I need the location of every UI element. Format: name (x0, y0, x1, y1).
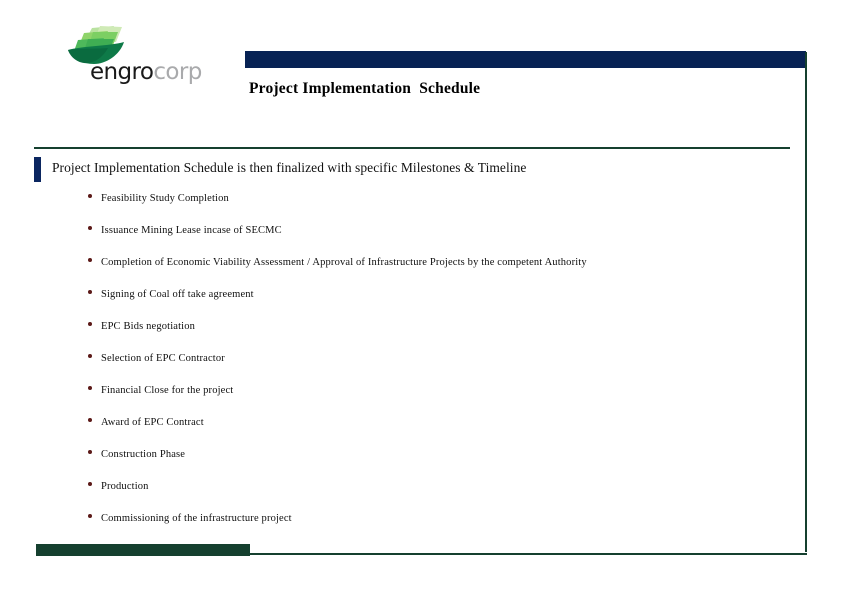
company-logo: engrocorp (62, 24, 212, 94)
list-item-label: Completion of Economic Viability Assessm… (101, 257, 587, 268)
bullet-dot-icon (88, 482, 92, 486)
bullet-dot-icon (88, 354, 92, 358)
title-band (245, 51, 806, 68)
list-item-label: EPC Bids negotiation (101, 321, 196, 332)
divider-bottom-thin (250, 553, 807, 555)
list-item: Completion of Economic Viability Assessm… (88, 256, 788, 288)
divider-right (805, 52, 807, 552)
list-item: EPC Bids negotiation (88, 320, 788, 352)
logo-word-corp: corp (153, 59, 202, 85)
bullet-dot-icon (88, 514, 92, 518)
list-item-label: Feasibility Study Completion (101, 193, 229, 204)
bullet-dot-icon (88, 290, 92, 294)
list-item-label: Construction Phase (101, 449, 186, 460)
list-item: Signing of Coal off take agreement (88, 288, 788, 320)
list-item-label: Selection of EPC Contractor (101, 353, 225, 364)
list-item-label: Issuance Mining Lease incase of SECMC (101, 225, 282, 236)
list-item: Feasibility Study Completion (88, 192, 788, 224)
subtitle-accent-bar (34, 157, 41, 182)
bullet-dot-icon (88, 194, 92, 198)
list-item-label: Award of EPC Contract (101, 417, 204, 428)
bullet-dot-icon (88, 418, 92, 422)
list-item: Selection of EPC Contractor (88, 352, 788, 384)
list-item-label: Production (101, 481, 149, 492)
bullet-list: Feasibility Study Completion Issuance Mi… (88, 192, 788, 544)
list-item-label: Signing of Coal off take agreement (101, 289, 254, 300)
page-title: Project Implementation Schedule (249, 80, 481, 97)
bullet-dot-icon (88, 226, 92, 230)
logo-word-engro: engro (90, 59, 154, 85)
bullet-dot-icon (88, 258, 92, 262)
list-item: Commissioning of the infrastructure proj… (88, 512, 788, 544)
list-item: Financial Close for the project (88, 384, 788, 416)
list-item: Production (88, 480, 788, 512)
bullet-dot-icon (88, 386, 92, 390)
list-item-label: Commissioning of the infrastructure proj… (101, 513, 292, 524)
list-item: Construction Phase (88, 448, 788, 480)
divider-top (34, 147, 790, 149)
logo-wordmark: engrocorp (90, 61, 202, 84)
bullet-dot-icon (88, 450, 92, 454)
list-item: Award of EPC Contract (88, 416, 788, 448)
bullet-dot-icon (88, 322, 92, 326)
subtitle-row: Project Implementation Schedule is then … (34, 155, 794, 183)
divider-bottom-thick (36, 544, 250, 556)
list-item-label: Financial Close for the project (101, 385, 234, 396)
slide-canvas: engrocorp Project Implementation Schedul… (0, 0, 842, 595)
subtitle-text: Project Implementation Schedule is then … (52, 160, 527, 175)
list-item: Issuance Mining Lease incase of SECMC (88, 224, 788, 256)
